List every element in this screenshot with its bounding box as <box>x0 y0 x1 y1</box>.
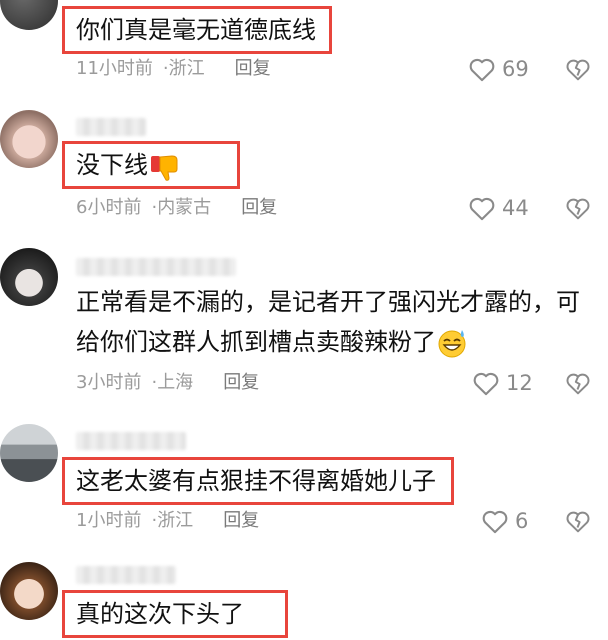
like-button[interactable]: 12 <box>472 369 533 397</box>
avatar[interactable] <box>0 424 58 482</box>
comment-text: 没下线 <box>76 146 182 184</box>
username-blurred[interactable] <box>76 566 176 584</box>
comment-location: 上海 <box>157 372 194 393</box>
avatar[interactable] <box>0 248 58 306</box>
comment-text: 真的这次下头了 <box>76 600 244 628</box>
heart-icon <box>469 58 495 82</box>
thumbs-down-icon <box>151 155 178 181</box>
like-button[interactable]: 44 <box>468 194 529 222</box>
heart-icon <box>469 197 495 221</box>
comment-location: 内蒙古 <box>157 197 212 218</box>
comment-meta: 1小时前 ·浙江 回复 <box>76 509 259 533</box>
username-blurred[interactable] <box>76 118 146 136</box>
like-count: 6 <box>515 509 529 533</box>
comment-text-content: 没下线 <box>76 151 148 179</box>
like-count: 44 <box>502 196 529 220</box>
avatar[interactable] <box>0 562 58 620</box>
reply-button[interactable]: 回复 <box>223 510 259 531</box>
comment-text-line: 正常看是不漏的，是记者开了强闪光才露的，可 <box>76 288 580 316</box>
avatar[interactable] <box>0 0 58 30</box>
heart-icon <box>482 510 508 534</box>
comment-text: 这老太婆有点狠挂不得离婚她儿子 <box>76 467 436 495</box>
comment-time: 11小时前 <box>76 58 153 79</box>
username-blurred[interactable] <box>76 432 186 450</box>
heart-icon <box>473 372 499 396</box>
comment-meta: 11小时前 ·浙江 回复 <box>76 57 271 81</box>
comment-text-content: 给你们这群人抓到槽点卖酸辣粉了 <box>76 328 436 356</box>
comment-location: 浙江 <box>168 58 205 79</box>
comment-time: 3小时前 <box>76 372 142 393</box>
grinning-sweat-icon <box>438 330 466 358</box>
comment-time: 1小时前 <box>76 510 142 531</box>
broken-heart-icon[interactable] <box>565 195 591 221</box>
like-button[interactable]: 6 <box>481 507 528 535</box>
like-count: 12 <box>506 371 533 395</box>
reply-button[interactable]: 回复 <box>241 197 277 218</box>
avatar[interactable] <box>0 110 58 168</box>
broken-heart-icon[interactable] <box>565 56 591 82</box>
comment-meta: 3小时前 ·上海 回复 <box>76 371 259 395</box>
comment-time: 6小时前 <box>76 197 142 218</box>
like-count: 69 <box>502 57 529 81</box>
broken-heart-icon[interactable] <box>565 508 591 534</box>
like-button[interactable]: 69 <box>468 55 529 83</box>
comment-location: 浙江 <box>157 510 194 531</box>
comment-text: 你们真是毫无道德底线 <box>76 16 316 44</box>
reply-button[interactable]: 回复 <box>235 58 271 79</box>
reply-button[interactable]: 回复 <box>223 372 259 393</box>
broken-heart-icon[interactable] <box>565 370 591 396</box>
comment-text: 给你们这群人抓到槽点卖酸辣粉了 <box>76 323 468 361</box>
username-blurred[interactable] <box>76 258 236 276</box>
comment-meta: 6小时前 ·内蒙古 回复 <box>76 196 277 220</box>
